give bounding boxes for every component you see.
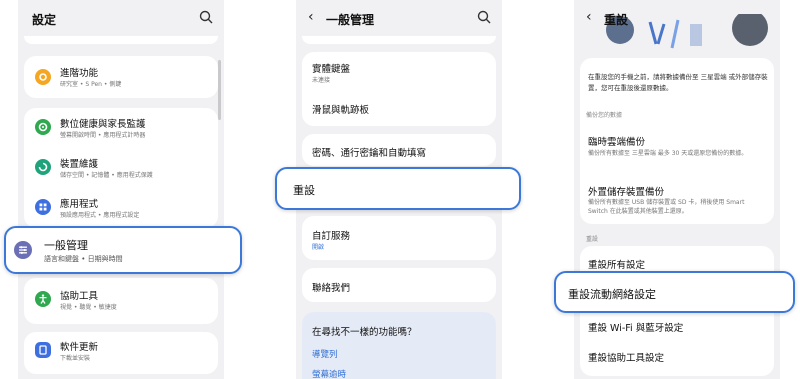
settings-card: 進階功能 研究室 • S Pen • 側鍵 (24, 56, 218, 98)
settings-item-label: 協助工具 (60, 291, 99, 302)
link-screen-timeout[interactable]: 螢幕逾時 (312, 368, 346, 379)
menu-item-label: 重設所有設定 (588, 260, 646, 271)
menu-item-sub: 備份所有數據至 USB 儲存裝置或 SD 卡，稍後使用 Smart Switch… (588, 199, 745, 215)
menu-item-label: 實體鍵盤 (312, 64, 351, 75)
settings-item-sub: 視覺 • 聽覺 • 敏捷度 (60, 304, 117, 311)
menu-item-reset[interactable]: 重設 (275, 167, 521, 210)
menu-item-sub: 未連接 (312, 77, 331, 84)
reset-intro-text: 在重設您的手機之前，請將數據備份至 三星雲端 或外部儲存裝置，您可在重設後還原數… (588, 73, 768, 92)
menu-item-passwords[interactable]: 密碼、通行密鑰和自動填寫 (302, 134, 496, 166)
settings-card: 協助工具 視覺 • 聽覺 • 敏捷度 (24, 278, 218, 324)
menu-item-reset-wifi-bt[interactable]: 重設 Wi-Fi 與藍牙設定 (580, 314, 774, 344)
menu-card: 聯絡我們 (302, 268, 496, 302)
settings-item-apps[interactable]: 應用程式 預設應用程式 • 應用程式設定 (24, 188, 218, 226)
menu-item-label: 滑鼠與軌跡板 (312, 105, 370, 116)
settings-item-sub: 儲存空間 • 記憶體 • 應用程式保護 (60, 172, 153, 179)
settings-item-label: 裝置維護 (60, 159, 99, 170)
menu-item-label: 外置儲存裝置備份 (588, 187, 665, 198)
menu-item-external-backup[interactable]: 外置儲存裝置備份 備份所有數據至 USB 儲存裝置或 SD 卡，稍後使用 Sma… (580, 176, 774, 224)
menu-item-temp-cloud-backup[interactable]: 臨時雲端備份 備份所有數據至 三星雲端 最多 30 天或還原您備份的數據。 (580, 124, 774, 174)
settings-item-software-update[interactable]: 軟件更新 下載並安裝 (24, 332, 218, 374)
settings-item-accessibility[interactable]: 協助工具 視覺 • 聽覺 • 敏捷度 (24, 278, 218, 324)
scrollbar[interactable] (218, 60, 221, 120)
general-management-header: ‹ 一般管理 (296, 0, 502, 36)
software-update-icon (35, 342, 51, 358)
settings-item-label: 數位健康與家長監護 (60, 119, 146, 130)
menu-card: 自訂服務 開啟 (302, 216, 496, 260)
menu-item-sub: 開啟 (312, 244, 325, 251)
search-icon[interactable] (476, 9, 492, 25)
menu-item-label: 重設流動網絡設定 (568, 288, 656, 301)
digital-wellbeing-icon (35, 119, 51, 135)
settings-item-sub: 螢幕開啟時間 • 應用程式計時器 (60, 132, 146, 139)
settings-panel: 設定 進階功能 研究室 • S Pen • 側鍵 數位健康與家長監護 螢幕開啟時… (18, 0, 224, 379)
menu-item-label: 臨時雲端備份 (588, 137, 646, 148)
menu-card: 實體鍵盤 未連接 滑鼠與軌跡板 (302, 52, 496, 126)
settings-item-label: 應用程式 (60, 199, 99, 210)
card-fragment (302, 36, 496, 44)
section-header-backup: 備份您的數據 (586, 112, 623, 119)
reset-panel: ‹ 重設 在重設您的手機之前，請將數據備份至 三星雲端 或外部儲存裝置，您可在重… (574, 0, 780, 379)
section-header-reset: 重設 (586, 236, 599, 243)
menu-card: 密碼、通行密鑰和自動填寫 (302, 134, 496, 166)
settings-item-general-management[interactable]: 一般管理 語言和鍵盤 • 日期與時間 (4, 226, 242, 274)
menu-item-label: 聯絡我們 (312, 283, 351, 294)
settings-card: 軟件更新 下載並安裝 (24, 332, 218, 374)
settings-item-label: 軟件更新 (60, 342, 99, 353)
card-fragment (24, 36, 218, 44)
menu-item-reset-accessibility[interactable]: 重設協助工具設定 (580, 344, 774, 374)
settings-item-label: 一般管理 (44, 239, 88, 252)
menu-item-sub: 備份所有數據至 三星雲端 最多 30 天或還原您備份的數據。 (588, 150, 748, 157)
settings-item-device-care[interactable]: 裝置維護 儲存空間 • 記憶體 • 應用程式保護 (24, 148, 218, 186)
link-navigation-bar[interactable]: 導覽列 (312, 348, 338, 360)
menu-item-mouse-trackpad[interactable]: 滑鼠與軌跡板 (302, 90, 496, 124)
page-title: 一般管理 (326, 13, 375, 27)
settings-item-sub: 下載並安裝 (60, 355, 91, 362)
menu-item-label: 重設 Wi-Fi 與藍牙設定 (588, 323, 684, 334)
menu-item-reset-network[interactable]: 重設流動網絡設定 (554, 271, 795, 313)
menu-item-contact-us[interactable]: 聯絡我們 (302, 268, 496, 302)
settings-item-digital-wellbeing[interactable]: 數位健康與家長監護 螢幕開啟時間 • 應用程式計時器 (24, 108, 218, 146)
menu-item-label: 重設協助工具設定 (588, 353, 665, 364)
settings-item-advanced[interactable]: 進階功能 研究室 • S Pen • 側鍵 (24, 56, 218, 98)
apps-icon (35, 199, 51, 215)
settings-item-sub: 研究室 • S Pen • 側鍵 (60, 81, 122, 88)
backup-card: 臨時雲端備份 備份所有數據至 三星雲端 最多 30 天或還原您備份的數據。 外置… (580, 124, 774, 224)
settings-card: 數位健康與家長監護 螢幕開啟時間 • 應用程式計時器 裝置維護 儲存空間 • 記… (24, 108, 218, 228)
menu-item-custom-service[interactable]: 自訂服務 開啟 (302, 216, 496, 260)
settings-item-sub: 語言和鍵盤 • 日期與時間 (44, 255, 123, 263)
menu-item-label: 自訂服務 (312, 231, 351, 242)
settings-header: 設定 (18, 0, 224, 36)
menu-item-label: 重設 (293, 184, 315, 197)
back-arrow-icon[interactable]: ‹ (308, 9, 314, 25)
page-title: 重設 (604, 13, 629, 27)
accessibility-icon (35, 291, 51, 307)
reset-header: ‹ 重設 (574, 0, 780, 34)
page-title: 設定 (32, 13, 57, 27)
menu-item-label: 密碼、通行密鑰和自動填寫 (312, 148, 427, 159)
settings-item-sub: 預設應用程式 • 應用程式設定 (60, 212, 140, 219)
general-management-icon (14, 241, 32, 259)
search-icon[interactable] (198, 9, 214, 25)
looking-for-card: 在尋找不一樣的功能嗎？ 導覽列 螢幕逾時 (302, 312, 496, 379)
looking-for-title: 在尋找不一樣的功能嗎？ (312, 327, 417, 338)
menu-item-physical-keyboard[interactable]: 實體鍵盤 未連接 (302, 52, 496, 88)
gear-icon (35, 69, 51, 85)
back-arrow-icon[interactable]: ‹ (586, 9, 592, 25)
device-care-icon (35, 159, 51, 175)
settings-item-label: 進階功能 (60, 68, 99, 79)
